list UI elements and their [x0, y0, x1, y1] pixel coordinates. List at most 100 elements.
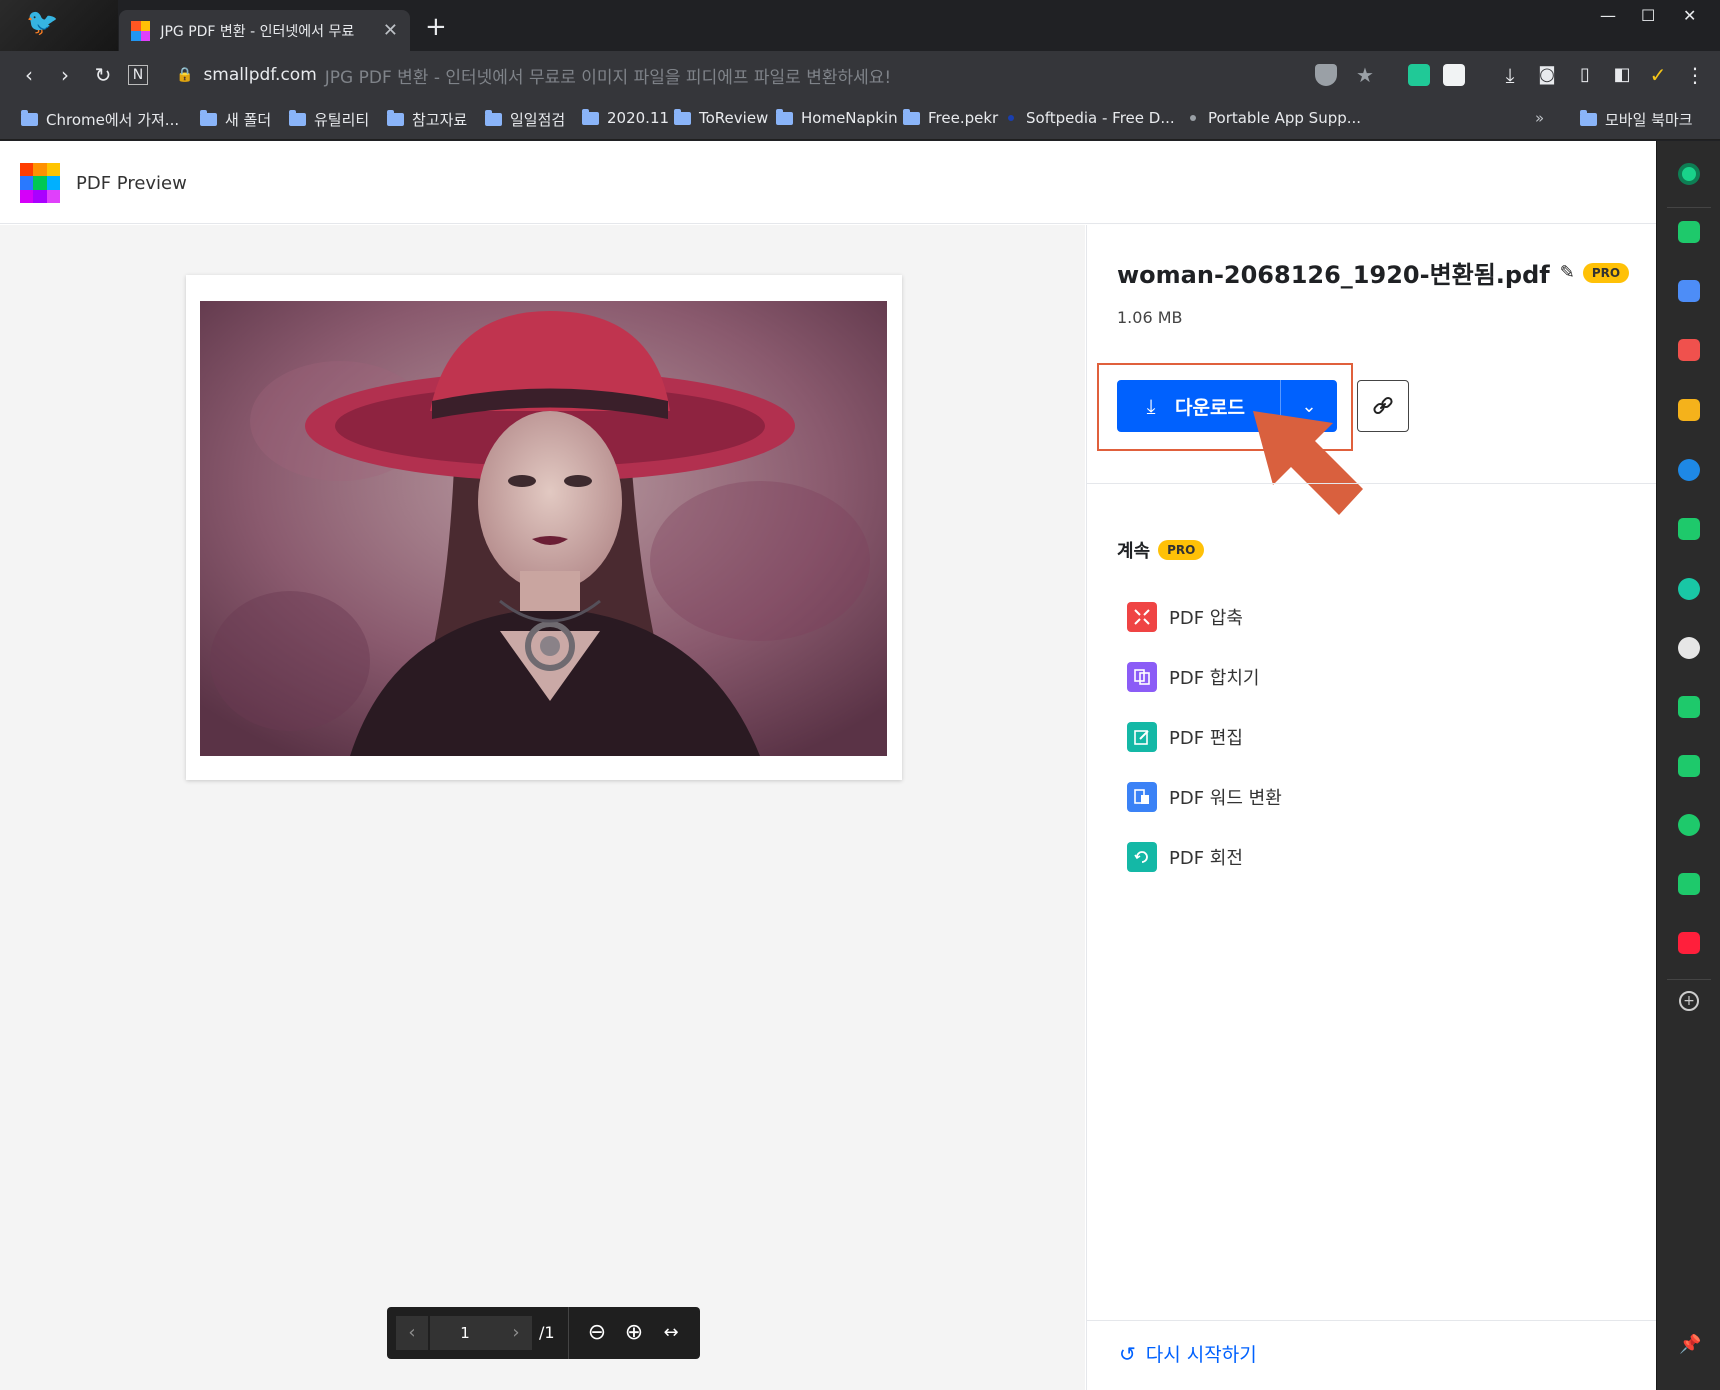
- tool-label: PDF 워드 변환: [1169, 788, 1282, 809]
- panel-divider: [1087, 483, 1657, 484]
- tab-close-icon[interactable]: ✕: [383, 20, 398, 41]
- pdf-page: [186, 275, 902, 780]
- tool-compress[interactable]: PDF 압축: [1127, 587, 1282, 647]
- pager-divider: [568, 1307, 569, 1359]
- maximize-icon[interactable]: ☐: [1641, 6, 1655, 25]
- star-icon[interactable]: ★: [1352, 63, 1378, 87]
- bookmark-folder[interactable]: 참고자료: [387, 109, 467, 130]
- new-tab-button[interactable]: +: [425, 14, 447, 40]
- folder-icon: [1580, 110, 1597, 126]
- back-icon[interactable]: ‹: [16, 63, 42, 87]
- browser-toolbar: ‹ › ↻ N 🔒 smallpdf.com JPG PDF 변환 - 인터넷에…: [0, 51, 1720, 99]
- split-view-icon[interactable]: ◧: [1609, 63, 1635, 87]
- tool-pdf-to-word[interactable]: PDF 워드 변환: [1127, 767, 1282, 827]
- pocket-icon[interactable]: [1678, 339, 1700, 361]
- page-title: PDF Preview: [76, 173, 187, 194]
- green-app-icon[interactable]: [1678, 518, 1700, 540]
- panel-divider: [1087, 1320, 1657, 1321]
- minimize-icon[interactable]: —: [1600, 6, 1616, 25]
- add-icon[interactable]: +: [1679, 991, 1699, 1011]
- bookmark-folder[interactable]: 2020.11: [582, 108, 669, 127]
- page-header: PDF Preview: [0, 141, 1656, 224]
- edge-icon[interactable]: [1678, 459, 1700, 481]
- download-icon: ⤓: [1146, 394, 1156, 418]
- download-icon[interactable]: ⤓: [1497, 63, 1523, 87]
- avatar-icon[interactable]: [1678, 637, 1700, 659]
- merge-icon: [1127, 662, 1157, 692]
- edit-icon: [1127, 722, 1157, 752]
- tool-list: PDF 압축 PDF 합치기 PDF 편집 PDF 워드 변환 PDF 회전: [1127, 587, 1282, 887]
- pro-badge: PRO: [1158, 540, 1205, 560]
- sidebar-app-icon[interactable]: [1678, 163, 1700, 185]
- bookmarks-overflow-icon[interactable]: »: [1535, 109, 1544, 127]
- check-icon[interactable]: ✓: [1645, 63, 1671, 87]
- mobile-bookmarks-folder[interactable]: 모바일 북마크: [1580, 109, 1693, 130]
- bookmark-label: HomeNapkin: [801, 109, 898, 127]
- continue-title: 계속: [1117, 541, 1151, 562]
- fit-width-icon[interactable]: ↔: [657, 1319, 685, 1347]
- pro-badge: PRO: [1582, 262, 1630, 283]
- share-link-button[interactable]: [1357, 380, 1409, 432]
- reader-icon[interactable]: ▯: [1572, 63, 1598, 87]
- reload-icon[interactable]: ↻: [90, 63, 116, 87]
- extension-teal-icon[interactable]: [1408, 64, 1430, 86]
- word-convert-icon: [1127, 782, 1157, 812]
- bookmark-label: 유틸리티: [314, 111, 370, 129]
- extension-download-icon[interactable]: [1443, 64, 1465, 86]
- continue-section-title: 계속 PRO: [1117, 537, 1205, 563]
- bookmark-folder[interactable]: HomeNapkin: [776, 108, 898, 127]
- prev-page-button[interactable]: ‹: [396, 1316, 428, 1350]
- tool-label: PDF 편집: [1169, 728, 1243, 749]
- bookmark-link[interactable]: Portable App Supp...: [1186, 109, 1361, 127]
- tool-merge[interactable]: PDF 합치기: [1127, 647, 1282, 707]
- woman-portrait-image: [200, 301, 887, 756]
- bookmark-folder[interactable]: 일일점검: [485, 109, 565, 130]
- globe-icon: [1190, 115, 1196, 121]
- page-number-input[interactable]: 1: [430, 1316, 500, 1350]
- webtoon-icon[interactable]: [1678, 873, 1700, 895]
- bookmark-folder[interactable]: Chrome에서 가져...: [21, 109, 179, 130]
- restart-link[interactable]: ↺ 다시 시작하기: [1119, 1340, 1257, 1367]
- camera-icon[interactable]: ◙: [1534, 63, 1560, 87]
- bookmark-folder[interactable]: 새 폴더: [200, 109, 271, 130]
- rename-pencil-icon[interactable]: ✎: [1560, 262, 1575, 283]
- briefcase-icon[interactable]: [1678, 280, 1700, 302]
- zoom-in-icon[interactable]: ⊕: [620, 1319, 648, 1347]
- notion-icon[interactable]: N: [128, 65, 148, 85]
- tool-label: PDF 합치기: [1169, 668, 1260, 689]
- shield-icon[interactable]: [1315, 64, 1337, 86]
- bookmark-folder[interactable]: 유틸리티: [289, 109, 369, 130]
- bell-icon[interactable]: [1678, 221, 1700, 243]
- bookmark-folder[interactable]: Free.pekr: [903, 108, 998, 127]
- file-size: 1.06 MB: [1117, 308, 1183, 327]
- now-icon[interactable]: [1678, 932, 1700, 954]
- tab-active[interactable]: JPG PDF 변환 - 인터넷에서 무료 ✕: [119, 10, 410, 51]
- tool-rotate[interactable]: PDF 회전: [1127, 827, 1282, 887]
- smallpdf-logo-icon[interactable]: [20, 163, 60, 203]
- pdf-viewer: ‹ 1 › /1 ⊖ ⊕ ↔: [0, 225, 1085, 1390]
- tool-edit[interactable]: PDF 편집: [1127, 707, 1282, 767]
- bookmark-app-icon[interactable]: [1678, 814, 1700, 836]
- file-name-row: woman-2068126_1920-변환됨.pdf ✎ PRO: [1117, 255, 1630, 290]
- bookmark-label: 일일점검: [510, 111, 566, 129]
- pointer-arrow-icon: [1253, 411, 1363, 515]
- dictionary-icon[interactable]: [1678, 696, 1700, 718]
- play-icon[interactable]: [1678, 578, 1700, 600]
- zoom-out-icon[interactable]: ⊖: [583, 1319, 611, 1347]
- bookmark-link[interactable]: Softpedia - Free D...: [1004, 109, 1175, 127]
- star-app-icon[interactable]: [1678, 399, 1700, 421]
- bookmark-folder[interactable]: ToReview: [674, 108, 768, 127]
- folder-icon: [776, 108, 793, 125]
- folder-icon: [903, 108, 920, 125]
- blog-icon[interactable]: [1678, 755, 1700, 777]
- next-page-button[interactable]: ›: [500, 1316, 532, 1350]
- close-window-icon[interactable]: ✕: [1683, 6, 1696, 25]
- address-bar[interactable]: 🔒 smallpdf.com JPG PDF 변환 - 인터넷에서 무료로 이미…: [176, 60, 956, 90]
- bookmarks-bar: Chrome에서 가져... 새 폴더 유틸리티 참고자료 일일점검 2020.…: [0, 99, 1720, 140]
- menu-icon[interactable]: ⋮: [1682, 63, 1708, 87]
- browser-window: 🐦 JPG PDF 변환 - 인터넷에서 무료 ✕ + — ☐ ✕ ‹ › ↻ …: [0, 0, 1720, 1390]
- forward-icon[interactable]: ›: [52, 63, 78, 87]
- tab-title: JPG PDF 변환 - 인터넷에서 무료: [160, 23, 355, 40]
- pin-icon[interactable]: 📌: [1679, 1334, 1701, 1355]
- page-total: /1: [539, 1323, 555, 1342]
